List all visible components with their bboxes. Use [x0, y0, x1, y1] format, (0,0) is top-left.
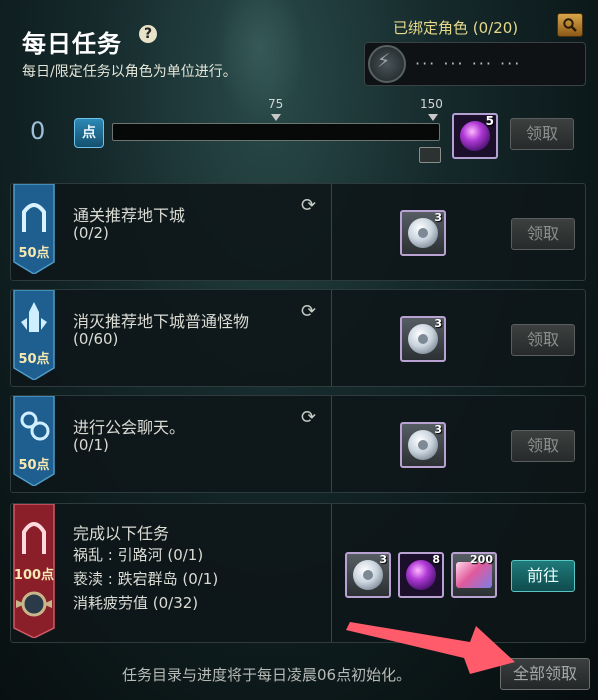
search-button[interactable]: [557, 13, 583, 37]
reward-item[interactable]: 3: [400, 422, 446, 468]
quest-progress: (0/2): [73, 224, 109, 242]
claim-button[interactable]: 领取: [511, 430, 575, 462]
search-icon: [563, 18, 577, 32]
refresh-quest-icon[interactable]: ⟳: [301, 407, 316, 428]
lightning-icon: ⚡: [377, 50, 391, 72]
quest-progress: (0/1): [73, 436, 109, 454]
sword-badge-icon: [13, 290, 55, 380]
milestone-marker-150: [428, 114, 438, 121]
reward-count: 3: [434, 423, 442, 436]
quest-title: 通关推荐地下城: [73, 206, 186, 225]
special-quest-row: 100点 完成以下任务 祸乱 : 引路河 (0/1) 亵渎 : 跌宕群岛 (0/…: [10, 503, 586, 643]
row-divider: [331, 396, 332, 492]
milestone-reward-orb[interactable]: 5: [452, 113, 498, 159]
refresh-quest-icon[interactable]: ⟳: [301, 195, 316, 216]
reward-count: 200: [470, 553, 493, 566]
quest-row-2: 50点 消灭推荐地下城普通怪物 (0/60) ⟳ 3 领取: [10, 289, 586, 387]
page-subtitle: 每日/限定任务以角色为单位进行。: [22, 64, 237, 80]
chest-icon[interactable]: [419, 147, 441, 163]
reward-item[interactable]: 8: [398, 552, 444, 598]
reward-item[interactable]: 200: [451, 552, 497, 598]
go-button[interactable]: 前往: [511, 560, 575, 592]
reward-count: 5: [485, 114, 494, 128]
reward-count: 3: [434, 211, 442, 224]
milestone-marker-75: [271, 114, 281, 121]
red-gate-badge-icon: [13, 504, 55, 638]
quest-title: 完成以下任务: [73, 524, 170, 543]
dungeon-gate-badge-icon: [13, 184, 55, 274]
reward-count: 3: [434, 317, 442, 330]
points-badge-icon: 点: [74, 118, 104, 148]
quest-title: 进行公会聊天。: [73, 418, 186, 437]
reward-item[interactable]: 3: [345, 552, 391, 598]
milestone-label-75: 75: [268, 97, 284, 111]
background-pillar: [215, 0, 305, 120]
reward-count: 3: [379, 553, 387, 566]
current-points: 0: [30, 117, 46, 145]
quest-subtask: 消耗疲劳值 (0/32): [73, 594, 199, 612]
claim-button[interactable]: 领取: [511, 218, 575, 250]
claim-all-button[interactable]: 全部领取: [500, 658, 590, 690]
bound-characters-label: 已绑定角色 (0/20): [393, 19, 519, 37]
reward-count: 8: [432, 553, 440, 566]
gears-badge-icon: [13, 396, 55, 486]
row-divider: [331, 184, 332, 280]
quest-row-3: 50点 进行公会聊天。 (0/1) ⟳ 3 领取: [10, 395, 586, 493]
page-title: 每日任务: [22, 30, 122, 58]
character-name-masked: ··· ··· ··· ···: [415, 54, 522, 73]
milestone-label-150: 150: [420, 97, 443, 111]
quest-subtask: 祸乱 : 引路河 (0/1): [73, 546, 204, 564]
refresh-quest-icon[interactable]: ⟳: [301, 301, 316, 322]
quest-title: 消灭推荐地下城普通怪物: [73, 312, 250, 331]
quest-row-1: 50点 通关推荐地下城 (0/2) ⟳ 3 领取: [10, 183, 586, 281]
quest-progress: (0/60): [73, 330, 119, 348]
claim-button[interactable]: 领取: [511, 324, 575, 356]
row-divider: [331, 290, 332, 386]
row-divider: [331, 504, 332, 642]
reward-item[interactable]: 3: [400, 316, 446, 362]
character-icon: ⚡: [368, 45, 406, 83]
help-icon[interactable]: ?: [139, 25, 157, 43]
milestone-claim-button[interactable]: 领取: [510, 118, 574, 150]
reset-note: 任务目录与进度将于每日凌晨06点初始化。: [122, 666, 412, 684]
quest-subtask: 亵渎 : 跌宕群岛 (0/1): [73, 570, 219, 588]
reward-item[interactable]: 3: [400, 210, 446, 256]
points-progress-bar: [112, 123, 440, 141]
